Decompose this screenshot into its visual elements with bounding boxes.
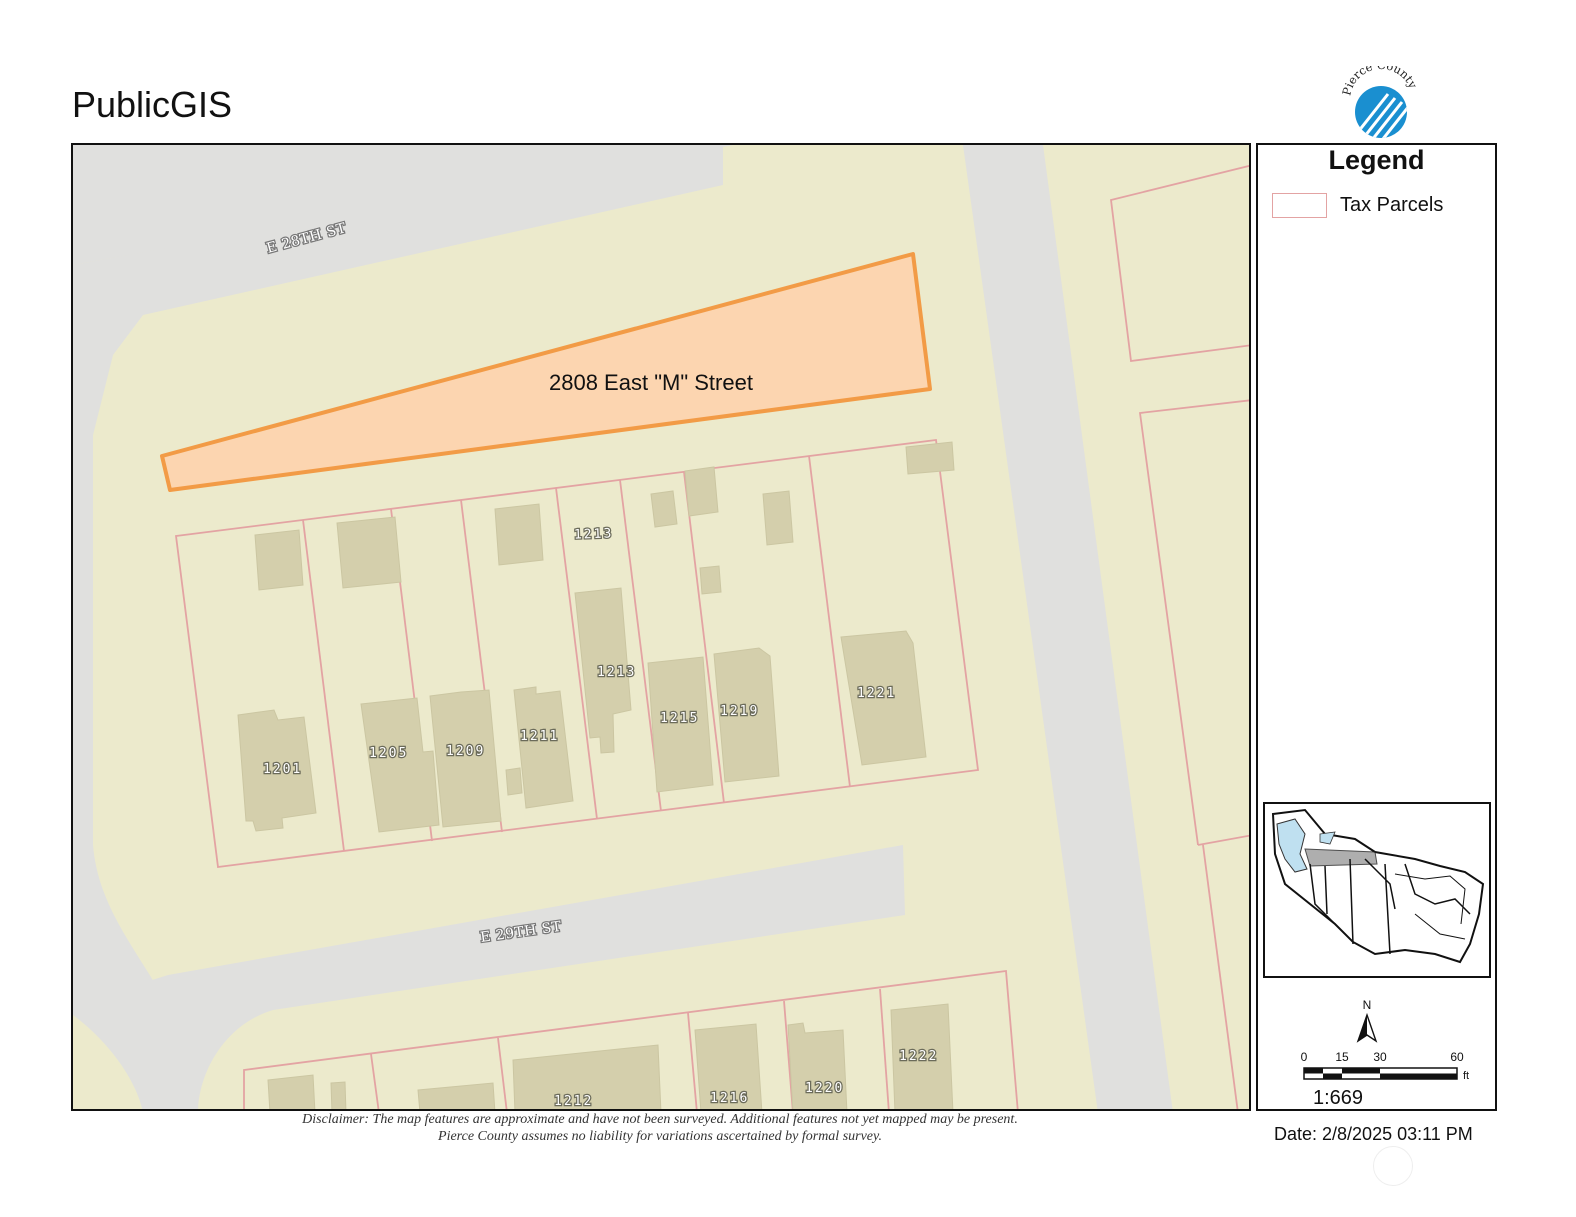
lot-label: 1211	[520, 729, 559, 744]
decorative-circle	[1373, 1146, 1413, 1186]
svg-text:ft: ft	[1463, 1070, 1469, 1082]
lot-label: 1221	[857, 686, 896, 701]
selected-parcel-label: 2808 East "M" Street	[549, 370, 753, 395]
svg-text:60: 60	[1450, 1050, 1464, 1064]
lot-label: 1213	[574, 526, 614, 542]
svg-text:15: 15	[1335, 1050, 1349, 1064]
page-title: PublicGIS	[72, 84, 233, 125]
disclaimer: Disclaimer: The map features are approxi…	[302, 1112, 1018, 1144]
svg-text:30: 30	[1373, 1050, 1387, 1064]
svg-text:0: 0	[1301, 1050, 1308, 1064]
tax-parcels-swatch	[1272, 193, 1327, 218]
lot-label: 1205	[369, 746, 408, 761]
lot-label: 1209	[446, 744, 485, 759]
lot-label: 1222	[899, 1049, 938, 1064]
lot-label: 1219	[720, 704, 759, 719]
lot-label: 1201	[263, 762, 302, 777]
scale-ratio: 1:669	[1313, 1087, 1364, 1109]
lot-label: 1213	[597, 665, 636, 680]
overview-inset-map	[1263, 802, 1491, 978]
lot-label: 1216	[710, 1091, 749, 1106]
legend-panel: Legend Tax Parcels N 0 15 30 60 ft 1:669	[1256, 143, 1497, 1111]
scale-bar: N 0 15 30 60 ft 1:669	[1298, 997, 1478, 1109]
pierce-county-logo: Pierce County	[1339, 66, 1420, 138]
lot-label: 1215	[660, 711, 699, 726]
tax-parcels-label: Tax Parcels	[1340, 194, 1444, 216]
north-label: N	[1363, 998, 1372, 1012]
lot-label: 1212	[554, 1094, 593, 1109]
lot-label: 1220	[805, 1081, 844, 1096]
map-view[interactable]: 2808 East "M" Street E 28TH ST E 29TH ST…	[71, 143, 1251, 1111]
print-date: Date: 2/8/2025 03:11 PM	[1274, 1124, 1473, 1144]
legend-title: Legend	[1328, 145, 1425, 175]
